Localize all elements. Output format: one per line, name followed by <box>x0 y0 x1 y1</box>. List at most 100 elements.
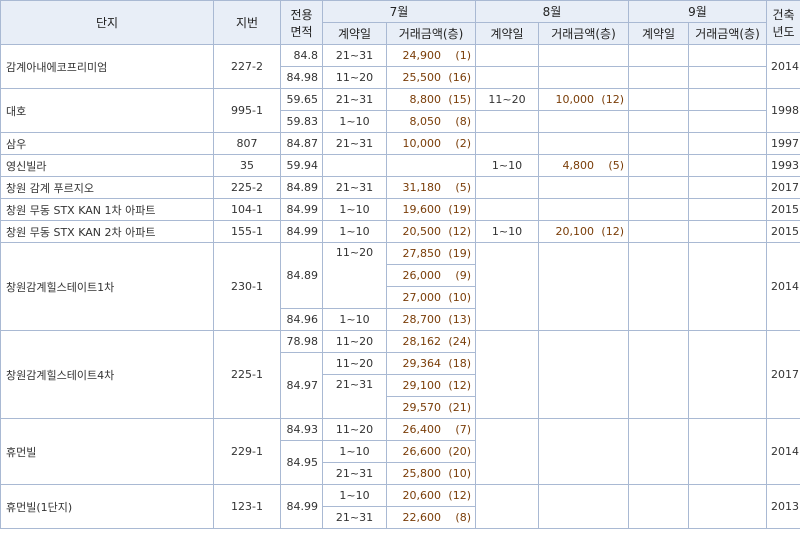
area: 84.97 <box>280 352 323 419</box>
aug-contract-day <box>475 110 539 133</box>
area: 84.96 <box>280 308 323 331</box>
aug-price <box>538 330 629 419</box>
jul-price: 8,800 (15) <box>386 88 476 111</box>
aug-contract-day <box>475 330 539 419</box>
built-year: 1997 <box>766 132 800 155</box>
jul-contract-day <box>322 154 387 177</box>
aug-price <box>538 176 629 199</box>
built-year: 2015 <box>766 220 800 243</box>
lot-number: 155-1 <box>213 220 281 243</box>
aug-contract-day <box>475 418 539 485</box>
area: 84.95 <box>280 440 323 485</box>
aug-contract-day <box>475 242 539 331</box>
jul-contract-day: 1~10 <box>322 220 387 243</box>
complex-name: 대호 <box>0 88 214 133</box>
jul-price: 24,900 (1) <box>386 44 476 67</box>
aug-contract-day <box>475 484 539 529</box>
complex-name: 창원감계힐스테이트1차 <box>0 242 214 331</box>
sep-contract-day <box>628 220 689 243</box>
aug-price: 4,800 (5) <box>538 154 629 177</box>
sep-price <box>688 110 767 133</box>
built-year: 2017 <box>766 330 800 419</box>
built-year: 2017 <box>766 176 800 199</box>
table-row: 창원 감계 푸르지오 225-2 84.89 21~31 31,180 (5) 2… <box>0 176 800 199</box>
aug-price: 10,000 (12) <box>538 88 629 111</box>
aug-contract-day <box>475 66 539 89</box>
jul-contract-day: 21~31 <box>322 176 387 199</box>
jul-price: 28,162 (24) <box>386 330 476 353</box>
lot-number: 104-1 <box>213 198 281 221</box>
jul-price: 26,400 (7) <box>386 418 476 441</box>
table-row: 감계아내에코프리미엄 227-2 84.8 21~31 24,900 (1) 20… <box>0 44 800 89</box>
header-jul-price: 거래금액(층) <box>386 22 476 45</box>
lot-number: 227-2 <box>213 44 281 89</box>
jul-contract-day: 21~31 <box>322 374 387 419</box>
jul-contract-day: 1~10 <box>322 110 387 133</box>
table-row: 창원감계힐스테이트1차 230-1 84.89 11~20 27,850 (19)… <box>0 242 800 331</box>
jul-contract-day: 11~20 <box>322 418 387 441</box>
area: 84.93 <box>280 418 323 441</box>
jul-price: 26,600 (20) <box>386 440 476 463</box>
table-row: 창원감계힐스테이트4차 225-1 78.98 11~20 28,162 (24)… <box>0 330 800 419</box>
built-year: 2014 <box>766 242 800 331</box>
area: 78.98 <box>280 330 323 353</box>
area: 84.89 <box>280 242 323 309</box>
aug-price <box>538 66 629 89</box>
jul-contract-day: 11~20 <box>322 352 387 375</box>
header-built-year: 건축 년도 <box>766 0 800 45</box>
complex-name: 창원 무동 STX KAN 2차 아파트 <box>0 220 214 243</box>
aug-price <box>538 132 629 155</box>
sep-price <box>688 44 767 67</box>
header-july: 7월 <box>322 0 476 23</box>
jul-contract-day: 21~31 <box>322 88 387 111</box>
table-row: 영신빌라 35 59.94 1~10 4,800 (5) 1993 <box>0 154 800 177</box>
table-row: 창원 무동 STX KAN 1차 아파트 104-1 84.99 1~10 19… <box>0 198 800 221</box>
aug-contract-day: 1~10 <box>475 220 539 243</box>
sep-contract-day <box>628 44 689 67</box>
lot-number: 807 <box>213 132 281 155</box>
sep-contract-day <box>628 132 689 155</box>
aug-contract-day <box>475 44 539 67</box>
header-aug-price: 거래금액(층) <box>538 22 629 45</box>
complex-name: 휴먼빌(1단지) <box>0 484 214 529</box>
aug-price: 20,100 (12) <box>538 220 629 243</box>
jul-contract-day: 1~10 <box>322 484 387 507</box>
complex-name: 창원 감계 푸르지오 <box>0 176 214 199</box>
jul-price: 22,600 (8) <box>386 506 476 529</box>
built-year: 2014 <box>766 44 800 89</box>
header-september: 9월 <box>628 0 767 23</box>
jul-price: 25,500 (16) <box>386 66 476 89</box>
complex-name: 창원 무동 STX KAN 1차 아파트 <box>0 198 214 221</box>
jul-contract-day: 11~20 <box>322 242 387 309</box>
transaction-table: 단지 지번 전용 면적 7월 8월 9월 건축 년도 계약일 거래금액(층) 계약일… <box>0 0 800 529</box>
built-year: 1993 <box>766 154 800 177</box>
aug-contract-day: 11~20 <box>475 88 539 111</box>
built-year: 2015 <box>766 198 800 221</box>
jul-contract-day: 1~10 <box>322 198 387 221</box>
built-year: 1998 <box>766 88 800 133</box>
header-area: 전용 면적 <box>280 0 323 45</box>
sep-contract-day <box>628 330 689 419</box>
table-row: 대호 995-1 59.65 21~31 8,800 (15) 11~20 10,… <box>0 88 800 133</box>
aug-contract-day <box>475 198 539 221</box>
aug-price <box>538 44 629 67</box>
aug-price <box>538 242 629 331</box>
header-lot: 지번 <box>213 0 281 45</box>
aug-price <box>538 484 629 529</box>
jul-contract-day: 21~31 <box>322 462 387 485</box>
aug-price <box>538 198 629 221</box>
lot-number: 229-1 <box>213 418 281 485</box>
jul-price: 10,000 (2) <box>386 132 476 155</box>
area: 84.99 <box>280 198 323 221</box>
header-sep-price: 거래금액(층) <box>688 22 767 45</box>
area: 59.94 <box>280 154 323 177</box>
sep-price <box>688 132 767 155</box>
jul-price: 27,000 (10) <box>386 286 476 309</box>
sep-price <box>688 88 767 111</box>
sep-price <box>688 176 767 199</box>
jul-price: 8,050 (8) <box>386 110 476 133</box>
jul-price: 20,600 (12) <box>386 484 476 507</box>
lot-number: 123-1 <box>213 484 281 529</box>
built-year: 2013 <box>766 484 800 529</box>
lot-number: 35 <box>213 154 281 177</box>
